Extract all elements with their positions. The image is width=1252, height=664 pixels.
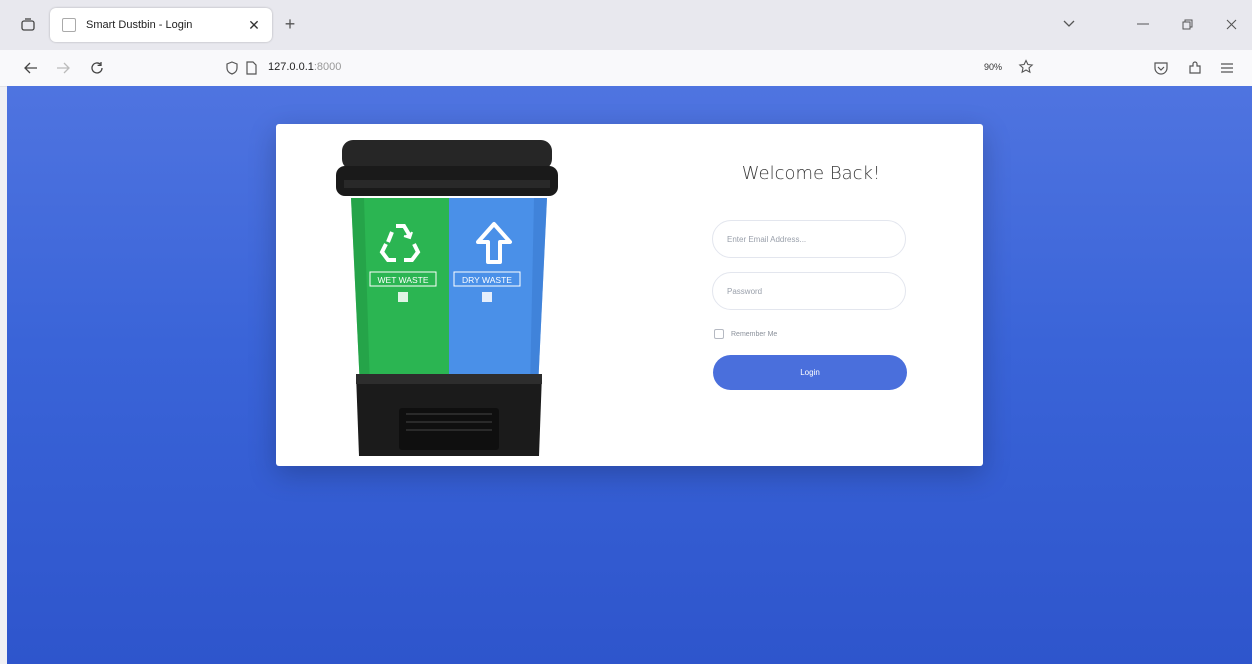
extensions-icon[interactable]	[1184, 57, 1206, 79]
browser-tab-bar: Smart Dustbin - Login ✕ +	[0, 0, 1252, 50]
address-bar[interactable]: 127.0.0.1:8000 90%	[220, 55, 1050, 81]
star-icon[interactable]	[1018, 59, 1034, 80]
zoom-level[interactable]: 90%	[980, 60, 1006, 74]
welcome-heading: Welcome Back!	[741, 163, 881, 184]
email-field[interactable]	[712, 220, 906, 258]
url-port: :8000	[313, 61, 342, 73]
close-window-button[interactable]	[1218, 12, 1244, 36]
page-icon[interactable]	[246, 61, 257, 80]
url-host: 127.0.0.1	[268, 61, 314, 73]
new-tab-button[interactable]: +	[280, 14, 300, 34]
back-button[interactable]	[20, 57, 42, 79]
login-button[interactable]: Login	[713, 355, 907, 390]
favicon-icon	[62, 18, 76, 32]
remember-me-row[interactable]: Remember Me	[714, 329, 777, 339]
password-field[interactable]	[712, 272, 906, 310]
remember-me-label[interactable]: Remember Me	[731, 331, 777, 338]
pocket-icon[interactable]	[1150, 57, 1172, 79]
list-all-tabs-button[interactable]	[1056, 12, 1082, 36]
hamburger-menu-icon[interactable]	[1216, 57, 1238, 79]
reload-button[interactable]	[86, 57, 108, 79]
dry-waste-label: DRY WASTE	[462, 275, 512, 285]
restore-button[interactable]	[1174, 12, 1200, 36]
wet-waste-label: WET WASTE	[378, 275, 429, 285]
minimize-button[interactable]	[1130, 12, 1156, 36]
url-text[interactable]: 127.0.0.1:8000	[268, 61, 341, 73]
login-card: WET WASTE DRY WASTE Welcome Back! Rememb…	[276, 124, 983, 466]
shield-icon[interactable]	[226, 61, 238, 80]
browser-tab[interactable]: Smart Dustbin - Login ✕	[50, 8, 272, 42]
tab-list-icon[interactable]	[18, 14, 38, 34]
tab-title: Smart Dustbin - Login	[86, 19, 193, 31]
remember-me-checkbox[interactable]	[714, 329, 724, 339]
dustbin-illustration: WET WASTE DRY WASTE	[336, 140, 558, 456]
forward-button[interactable]	[52, 57, 74, 79]
browser-nav-bar: 127.0.0.1:8000 90%	[0, 50, 1252, 87]
close-tab-icon[interactable]: ✕	[244, 15, 264, 35]
page-background: WET WASTE DRY WASTE Welcome Back! Rememb…	[7, 86, 1252, 664]
